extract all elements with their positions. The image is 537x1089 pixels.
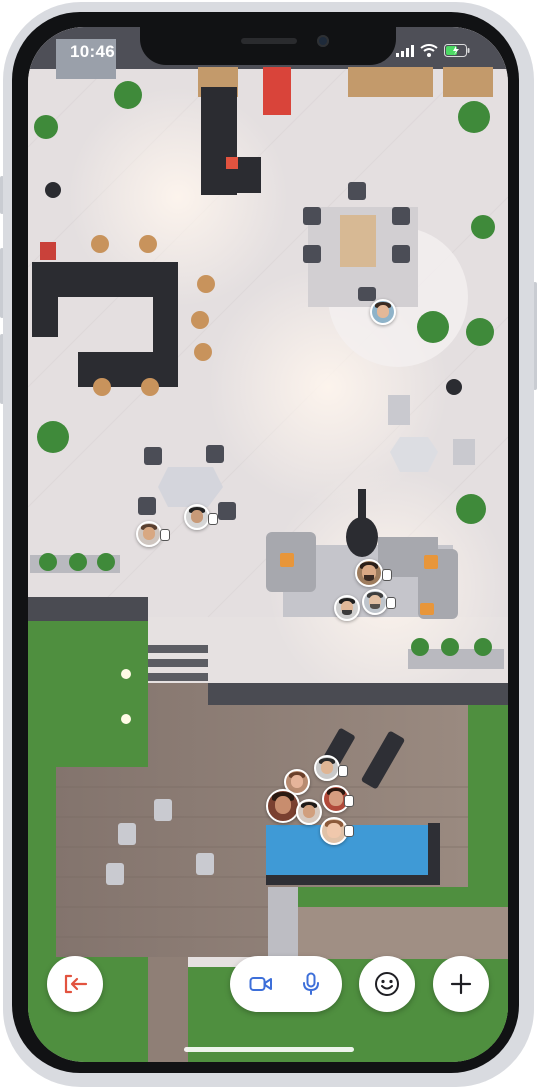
signal-icon	[396, 44, 414, 57]
mic-status-icon	[338, 765, 348, 777]
participant-avatar-2[interactable]	[136, 521, 162, 547]
camera-toggle-button[interactable]	[241, 964, 281, 1004]
status-icons	[396, 44, 470, 57]
office-floorplan	[28, 27, 508, 1062]
earpiece-speaker	[241, 38, 297, 44]
phone-notch	[140, 27, 396, 65]
home-indicator[interactable]	[184, 1047, 354, 1052]
participant-avatar-5[interactable]	[334, 595, 360, 621]
front-camera	[317, 35, 329, 47]
mic-status-icon	[386, 597, 396, 609]
mic-status-icon	[208, 513, 218, 525]
status-time: 10:46	[70, 42, 115, 61]
participant-avatar-6[interactable]	[362, 589, 388, 615]
mic-status-icon	[344, 825, 354, 837]
leave-button[interactable]	[47, 956, 103, 1012]
mic-status-icon	[344, 795, 354, 807]
add-button[interactable]	[433, 956, 489, 1012]
media-controls	[230, 956, 342, 1012]
participant-avatar-1[interactable]	[370, 299, 396, 325]
participant-avatar-10[interactable]	[296, 799, 322, 825]
participant-avatar-9[interactable]	[266, 789, 300, 823]
wifi-icon	[420, 44, 438, 57]
microphone-toggle-button[interactable]	[291, 964, 331, 1004]
participant-avatar-8[interactable]	[314, 755, 340, 781]
virtual-office-map[interactable]	[28, 27, 508, 1062]
reactions-button[interactable]	[359, 956, 415, 1012]
mic-status-icon	[160, 529, 170, 541]
battery-charging-icon	[444, 44, 470, 57]
mic-status-icon	[382, 569, 392, 581]
red-fridge	[263, 67, 291, 115]
video-camera-icon	[249, 977, 272, 991]
plus-icon	[450, 973, 472, 995]
participant-avatar-3[interactable]	[184, 504, 210, 530]
participant-avatar-4[interactable]	[355, 559, 383, 587]
leave-icon	[64, 974, 88, 994]
microphone-icon	[303, 972, 319, 995]
smiley-icon	[375, 972, 399, 996]
